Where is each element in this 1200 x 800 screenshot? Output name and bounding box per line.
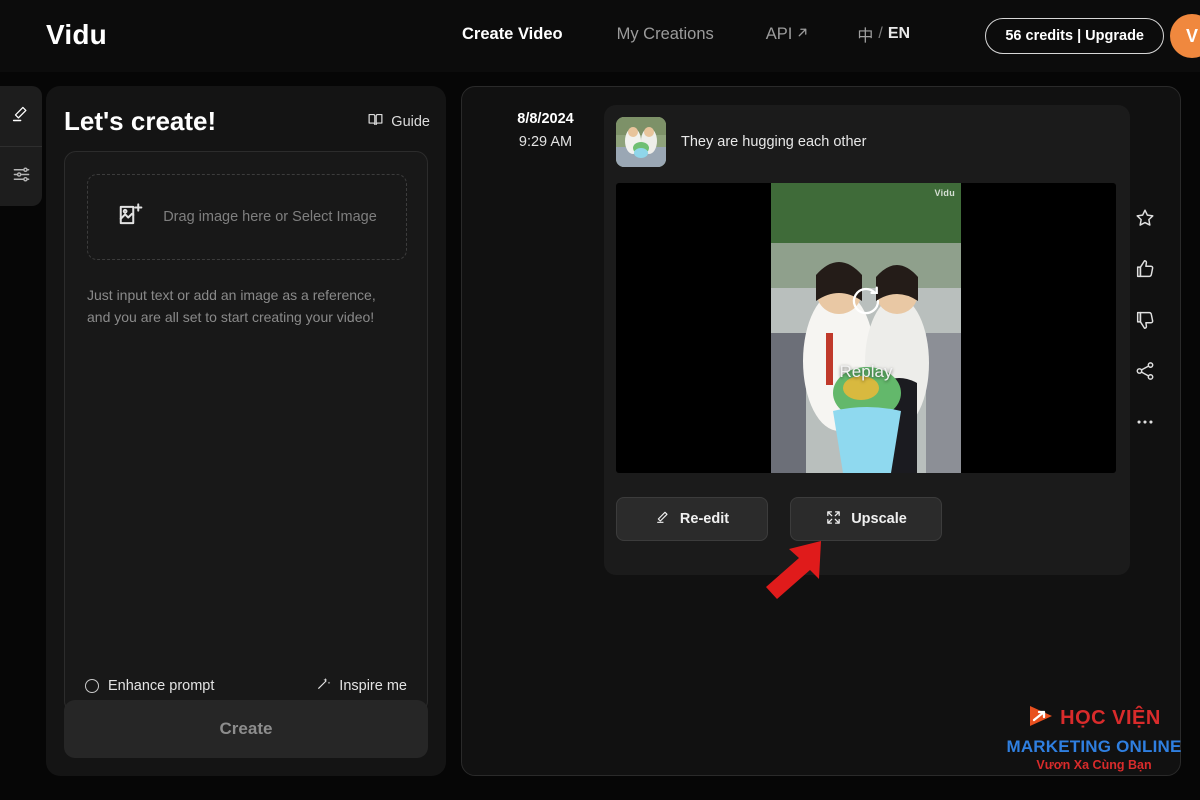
generation-side-actions [1134, 207, 1156, 438]
language-switcher[interactable]: 中 / EN [857, 22, 910, 46]
play-triangle-logo-icon [1027, 702, 1055, 734]
replay-circular-arrow-icon [849, 284, 883, 318]
generation-date: 8/8/2024 [517, 111, 574, 127]
watermark-text-1: HỌC VIỆN [1060, 707, 1161, 729]
enhance-prompt-label: Enhance prompt [108, 677, 215, 694]
inspire-me-label: Inspire me [339, 677, 407, 694]
watermark-line-1: HỌC VIỆN [1005, 702, 1183, 734]
watermark-text-3: Vươn Xa Cùng Bạn [1036, 758, 1152, 772]
lang-separator: / [878, 25, 883, 42]
guide-label: Guide [391, 113, 430, 130]
more-dots-icon[interactable] [1134, 411, 1156, 438]
re-edit-button[interactable]: Re-edit [616, 497, 768, 541]
create-panel: Let's create! Guide Drag image here or S… [46, 86, 446, 776]
brand-logo[interactable]: Vidu [46, 19, 107, 51]
thumbs-up-icon[interactable] [1134, 258, 1156, 285]
avatar[interactable]: V [1170, 14, 1200, 58]
prompt-card-footer: Enhance prompt Inspire me [85, 675, 407, 696]
lang-en[interactable]: EN [888, 25, 910, 43]
star-icon[interactable] [1134, 207, 1156, 234]
upscale-button[interactable]: Upscale [790, 497, 942, 541]
image-dropzone[interactable]: Drag image here or Select Image [87, 174, 407, 260]
prompt-reference-thumbnail[interactable] [616, 117, 666, 167]
replay-overlay[interactable]: Replay [616, 183, 1116, 473]
magic-wand-icon [316, 675, 332, 696]
thumbs-down-icon[interactable] [1134, 309, 1156, 336]
nav-api-label: API [765, 24, 793, 43]
inspire-me-button[interactable]: Inspire me [316, 675, 407, 696]
pencil-edit-icon [11, 103, 32, 129]
replay-label: Replay [839, 362, 893, 381]
credits-upgrade-button[interactable]: 56 credits | Upgrade [985, 18, 1164, 54]
create-panel-header: Let's create! Guide [64, 106, 430, 137]
vidu-app-window: Vidu Create Video My Creations API 中 / E… [0, 0, 1200, 800]
nav-links: Create Video My Creations API 中 / EN [462, 22, 910, 46]
guide-link[interactable]: Guide [367, 111, 430, 132]
generation-card: They are hugging each other Vidu Replay … [604, 105, 1130, 575]
annotation-arrow-icon [758, 539, 826, 603]
sliders-settings-icon [12, 165, 31, 189]
generation-timestamp: 8/8/2024 9:29 AM [498, 111, 593, 150]
arrow-up-right-icon [796, 26, 809, 42]
overlay-watermark-logo: HỌC VIỆN MARKETING ONLINE Vươn Xa Cùng B… [1005, 702, 1183, 772]
book-icon [367, 111, 384, 132]
image-add-icon [117, 200, 147, 235]
enhance-prompt-toggle[interactable]: Enhance prompt [85, 678, 214, 694]
lang-zh[interactable]: 中 [857, 22, 873, 46]
page-title: Let's create! [64, 106, 217, 136]
video-player[interactable]: Vidu Replay 0 [616, 183, 1116, 473]
generation-action-buttons: Re-edit Upscale [616, 497, 942, 541]
upscale-label: Upscale [851, 511, 907, 527]
prompt-card: Drag image here or Select Image Just inp… [64, 151, 428, 713]
share-icon[interactable] [1134, 360, 1156, 387]
nav-api[interactable]: API [766, 25, 810, 44]
prompt-text: They are hugging each other [681, 134, 867, 150]
re-edit-label: Re-edit [679, 511, 730, 527]
watermark-text-2: MARKETING ONLINE [1006, 737, 1182, 756]
creations-feed-panel: 8/8/2024 9:29 AM They are hugging each o… [461, 86, 1181, 776]
left-tool-rail [0, 86, 42, 206]
top-navigation-bar: Vidu Create Video My Creations API 中 / E… [0, 0, 1200, 72]
radio-icon [85, 678, 99, 693]
prompt-row: They are hugging each other [616, 117, 866, 167]
pencil-icon [655, 509, 671, 529]
prompt-hint-text: Just input text or add an image as a ref… [87, 287, 376, 325]
nav-my-creations[interactable]: My Creations [617, 25, 714, 44]
create-button[interactable]: Create [64, 700, 428, 758]
rail-item-settings-tool[interactable] [0, 146, 42, 206]
rail-item-create-tool[interactable] [0, 86, 42, 146]
nav-create-video[interactable]: Create Video [462, 25, 563, 44]
dropzone-label: Drag image here or Select Image [163, 209, 377, 225]
generation-time: 9:29 AM [518, 134, 573, 150]
upscale-expand-icon [825, 509, 842, 530]
